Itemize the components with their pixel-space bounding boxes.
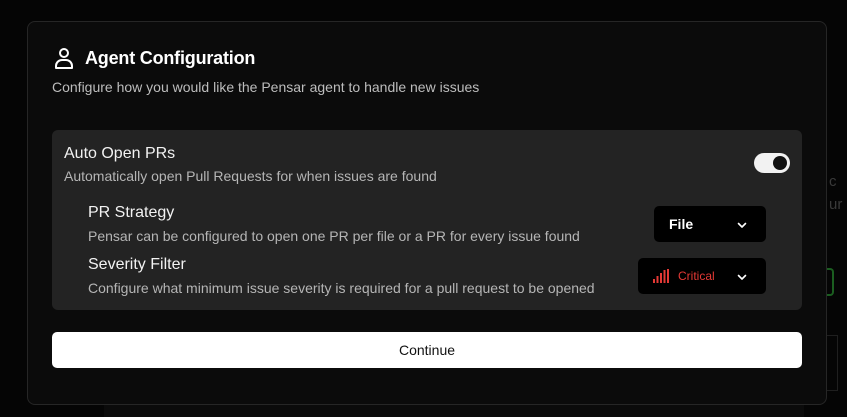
background-card bbox=[826, 335, 838, 391]
auto-open-prs-description: Automatically open Pull Requests for whe… bbox=[64, 168, 437, 184]
dialog-title: Agent Configuration bbox=[85, 47, 256, 68]
severity-filter-select[interactable]: Critical bbox=[638, 258, 766, 294]
toggle-knob bbox=[773, 156, 787, 170]
signal-bars-icon bbox=[653, 269, 669, 283]
chevron-down-icon bbox=[736, 218, 748, 230]
auto-open-prs-label: Auto Open PRs bbox=[64, 145, 176, 162]
pr-strategy-label: PR Strategy bbox=[88, 204, 175, 221]
severity-filter-label: Severity Filter bbox=[88, 256, 186, 273]
severity-filter-description: Configure what minimum issue severity is… bbox=[88, 280, 595, 296]
auto-open-prs-toggle[interactable] bbox=[754, 153, 790, 173]
dialog-header: Agent Configuration bbox=[52, 46, 255, 70]
background-text: ur bbox=[829, 196, 843, 213]
agent-configuration-dialog: Agent Configuration Configure how you wo… bbox=[27, 21, 827, 405]
continue-button[interactable]: Continue bbox=[52, 332, 802, 368]
chevron-down-icon bbox=[736, 270, 748, 282]
background-text: c bbox=[829, 173, 837, 190]
background-footer bbox=[104, 404, 804, 417]
pr-strategy-select[interactable]: File bbox=[654, 206, 766, 242]
dialog-subtitle: Configure how you would like the Pensar … bbox=[52, 79, 480, 95]
severity-filter-value: Critical bbox=[678, 269, 715, 283]
pr-strategy-description: Pensar can be configured to open one PR … bbox=[88, 228, 580, 244]
pr-strategy-value: File bbox=[669, 216, 694, 232]
settings-panel: Auto Open PRs Automatically open Pull Re… bbox=[52, 130, 802, 310]
user-icon bbox=[52, 46, 76, 70]
